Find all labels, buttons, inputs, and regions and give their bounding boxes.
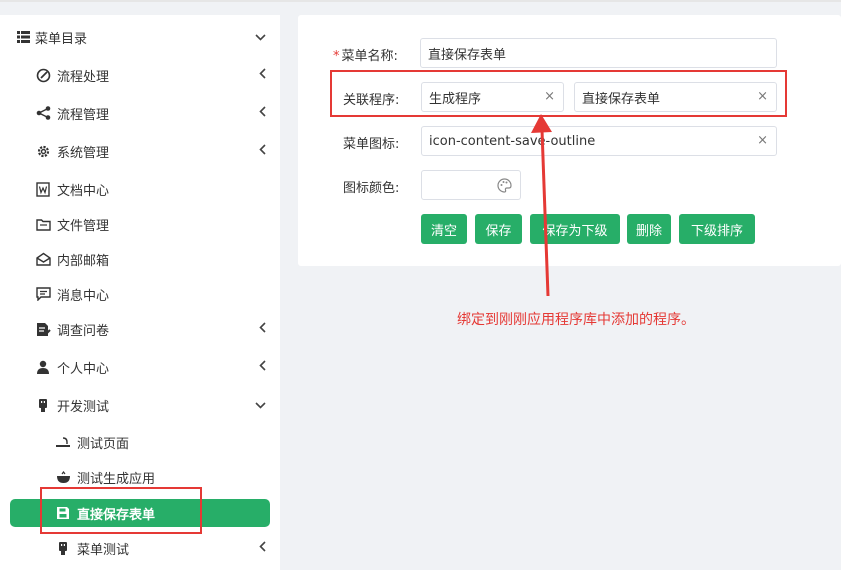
annotation-text: 绑定到刚刚应用程序库中添加的程序。: [457, 312, 695, 328]
annotation-arrow-icon: [531, 114, 552, 297]
